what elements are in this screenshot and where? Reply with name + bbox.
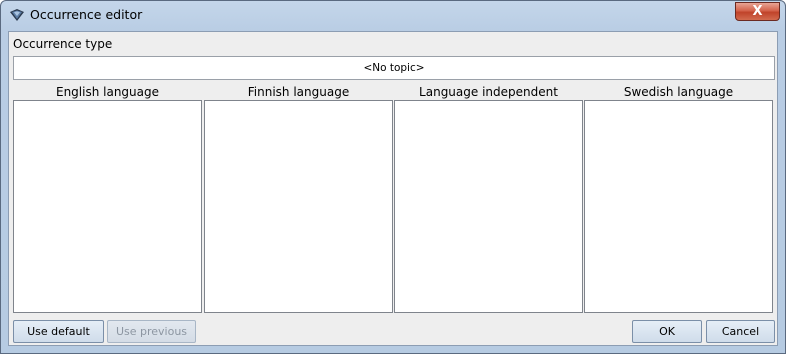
diamond-logo-icon bbox=[10, 9, 24, 21]
column-header-finnish: Finnish language bbox=[247, 85, 350, 99]
column-header-language-independent: Language independent bbox=[419, 85, 558, 99]
occurrence-type-field[interactable]: <No topic> bbox=[13, 56, 775, 80]
use-previous-button[interactable]: Use previous bbox=[107, 320, 196, 343]
close-button[interactable]: X bbox=[735, 2, 780, 21]
swedish-occurrence-textarea[interactable] bbox=[584, 100, 773, 313]
title-bar[interactable]: Occurrence editor X bbox=[1, 1, 785, 29]
finnish-occurrence-textarea[interactable] bbox=[204, 100, 393, 313]
window-title: Occurrence editor bbox=[30, 7, 143, 22]
ok-button[interactable]: OK bbox=[632, 320, 702, 343]
occurrence-type-label: Occurrence type bbox=[13, 37, 113, 51]
dialog-content: Occurrence type <No topic> English langu… bbox=[8, 31, 778, 346]
close-icon: X bbox=[752, 4, 763, 19]
occurrence-editor-window: Occurrence editor X Occurrence type <No … bbox=[0, 0, 786, 354]
column-header-swedish: Swedish language bbox=[623, 85, 734, 99]
column-header-english: English language bbox=[55, 85, 159, 99]
language-independent-occurrence-textarea[interactable] bbox=[394, 100, 583, 313]
cancel-button[interactable]: Cancel bbox=[706, 320, 775, 343]
english-occurrence-textarea[interactable] bbox=[13, 100, 202, 313]
use-default-button[interactable]: Use default bbox=[13, 320, 104, 343]
